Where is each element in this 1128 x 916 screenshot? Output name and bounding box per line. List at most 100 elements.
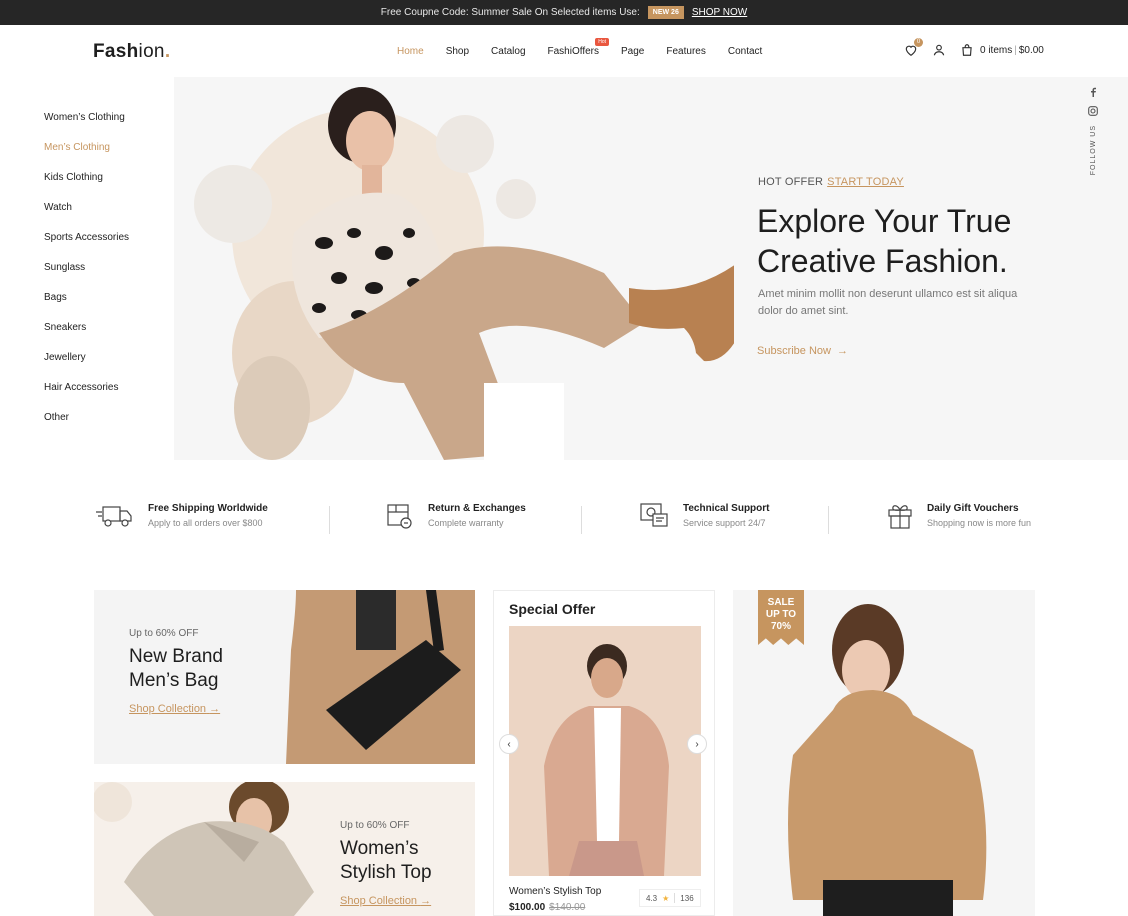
nav-page[interactable]: Page bbox=[621, 46, 644, 57]
arrow-right-icon: → bbox=[420, 895, 432, 907]
shop-collection-label: Shop Collection bbox=[340, 895, 418, 907]
feature-subtitle: Shopping now is more fun bbox=[927, 517, 1032, 528]
star-icon: ★ bbox=[662, 893, 670, 903]
cart-summary[interactable]: 0 items | $0.00 bbox=[980, 45, 1044, 56]
category-item[interactable]: Sunglass bbox=[44, 262, 129, 292]
product-image[interactable] bbox=[509, 626, 701, 876]
promo-title-line: New Brand bbox=[129, 646, 223, 667]
sale-tag: SALE UP TO 70% bbox=[758, 590, 804, 645]
hot-badge: Hot bbox=[595, 38, 610, 46]
user-icon bbox=[933, 44, 945, 56]
promo-content: Up to 60% OFF Women’s Stylish Top Shop Co… bbox=[340, 820, 432, 909]
subscribe-now-link[interactable]: Subscribe Now → bbox=[757, 345, 848, 357]
sale-banner-card[interactable]: SALE UP TO 70% bbox=[733, 590, 1035, 916]
category-item[interactable]: Kids Clothing bbox=[44, 172, 129, 202]
instagram-icon[interactable] bbox=[1088, 106, 1098, 116]
category-item[interactable]: Hair Accessories bbox=[44, 382, 129, 412]
category-item[interactable]: Women’s Clothing bbox=[44, 112, 129, 142]
shopping-bag-icon bbox=[962, 44, 972, 56]
chevron-right-icon: › bbox=[695, 738, 699, 750]
category-item[interactable]: Watch bbox=[44, 202, 129, 232]
category-item[interactable]: Bags bbox=[44, 292, 129, 322]
product-price: $100.00 $140.00 bbox=[509, 902, 585, 913]
nav-shop[interactable]: Shop bbox=[446, 46, 469, 57]
shop-collection-link[interactable]: Shop Collection → bbox=[340, 895, 431, 907]
wishlist-count: 0 bbox=[914, 38, 923, 47]
cart-items: 0 items bbox=[980, 44, 1013, 56]
hero-title-line: Creative Fashion. bbox=[757, 243, 1008, 279]
hero-title-line: Explore Your True bbox=[757, 203, 1012, 239]
promo-card-mens-bag[interactable]: Up to 60% OFF New Brand Men’s Bag Shop Co… bbox=[94, 590, 475, 764]
womens-top-image bbox=[94, 782, 314, 916]
carousel-prev-button[interactable]: ‹ bbox=[499, 734, 519, 754]
carousel-next-button[interactable]: › bbox=[687, 734, 707, 754]
promo-content: Up to 60% OFF New Brand Men’s Bag Shop Co… bbox=[129, 628, 223, 717]
mens-bag-image bbox=[286, 590, 475, 764]
category-item[interactable]: Sneakers bbox=[44, 322, 129, 352]
special-offer-heading: Special Offer bbox=[509, 601, 596, 617]
rating-divider bbox=[674, 893, 676, 903]
features-row: Free Shipping Worldwide Apply to all orde… bbox=[94, 500, 1039, 540]
arrow-right-icon: → bbox=[836, 345, 848, 357]
hero-description: Amet minim mollit non deserunt ullamco e… bbox=[758, 288, 1018, 317]
feature-divider bbox=[329, 506, 330, 534]
chevron-left-icon: ‹ bbox=[507, 738, 511, 750]
main-nav: Home Shop Catalog FashiOffers Hot Page Fe… bbox=[397, 38, 784, 57]
start-today-link[interactable]: START TODAY bbox=[827, 176, 904, 188]
cart-button[interactable] bbox=[960, 43, 974, 57]
cart-separator: | bbox=[1014, 44, 1017, 56]
feature-divider bbox=[581, 506, 582, 534]
shop-collection-label: Shop Collection bbox=[129, 703, 207, 715]
promo-title-line: Men’s Bag bbox=[129, 670, 219, 691]
logo[interactable]: Fashion. bbox=[93, 41, 170, 63]
feature-title: Daily Gift Vouchers bbox=[927, 502, 1019, 514]
hero-banner: HOT OFFER START TODAY Explore Your True C… bbox=[174, 77, 1128, 460]
hero-kicker-text: HOT OFFER bbox=[758, 176, 824, 188]
arrow-right-icon: → bbox=[209, 703, 221, 715]
special-offer-card: Special Offer ‹ › Women’s Stylish Top $1… bbox=[493, 590, 715, 916]
announcement-text: Free Coupne Code: Summer Sale On Selecte… bbox=[380, 7, 640, 18]
nav-fashioffers[interactable]: FashiOffers Hot bbox=[547, 38, 610, 57]
facebook-icon[interactable] bbox=[1089, 87, 1097, 97]
account-button[interactable] bbox=[932, 43, 946, 57]
wishlist-button[interactable]: 0 bbox=[904, 38, 923, 57]
hero-kicker: HOT OFFER START TODAY bbox=[758, 176, 904, 188]
shop-now-link[interactable]: SHOP NOW bbox=[692, 7, 747, 18]
feature-title: Return & Exchanges bbox=[428, 502, 526, 514]
nav-home[interactable]: Home bbox=[397, 46, 424, 57]
feature-subtitle: Complete warranty bbox=[428, 517, 504, 528]
gift-box-icon bbox=[888, 505, 912, 529]
sale-tag-line: 70% bbox=[770, 621, 791, 632]
hero-model-image bbox=[232, 87, 734, 460]
delivery-truck-icon bbox=[96, 506, 132, 527]
feature-subtitle: Service support 24/7 bbox=[683, 517, 766, 528]
sale-tag-line: UP TO bbox=[765, 609, 797, 620]
promo-kicker: Up to 60% OFF bbox=[340, 820, 410, 831]
current-price: $100.00 bbox=[509, 902, 546, 913]
logo-light: ion bbox=[138, 41, 165, 62]
nav-catalog[interactable]: Catalog bbox=[491, 46, 525, 57]
return-box-icon bbox=[387, 504, 412, 529]
review-count: 136 bbox=[680, 893, 694, 903]
category-item[interactable]: Sports Accessories bbox=[44, 232, 129, 262]
coupon-code-badge: NEW 26 bbox=[647, 6, 684, 19]
promo-card-womens-top[interactable]: Up to 60% OFF Women’s Stylish Top Shop Co… bbox=[94, 782, 475, 916]
shop-collection-link[interactable]: Shop Collection → bbox=[129, 703, 220, 715]
feature-divider bbox=[828, 506, 829, 534]
category-item[interactable]: Other bbox=[44, 412, 129, 442]
nav-fashioffers-label: FashiOffers bbox=[547, 46, 600, 57]
promo-title: New Brand Men’s Bag bbox=[129, 645, 223, 693]
promo-title: Women’s Stylish Top bbox=[340, 837, 432, 885]
category-list: Women’s Clothing Men’s Clothing Kids Clo… bbox=[44, 112, 129, 442]
subscribe-now-label: Subscribe Now bbox=[757, 345, 831, 357]
nav-features[interactable]: Features bbox=[666, 46, 705, 57]
category-item[interactable]: Jewellery bbox=[44, 352, 129, 382]
feature-item: Technical Support Service support 24/7 bbox=[639, 500, 770, 530]
product-rating: 4.3 ★ 136 bbox=[639, 889, 701, 907]
feature-subtitle: Apply to all orders over $800 bbox=[148, 517, 263, 528]
nav-contact[interactable]: Contact bbox=[728, 46, 762, 57]
feature-item: Daily Gift Vouchers Shopping now is more … bbox=[887, 500, 1031, 530]
logo-dot: . bbox=[164, 41, 171, 62]
product-name[interactable]: Women’s Stylish Top bbox=[509, 886, 601, 897]
category-item[interactable]: Men’s Clothing bbox=[44, 142, 129, 172]
